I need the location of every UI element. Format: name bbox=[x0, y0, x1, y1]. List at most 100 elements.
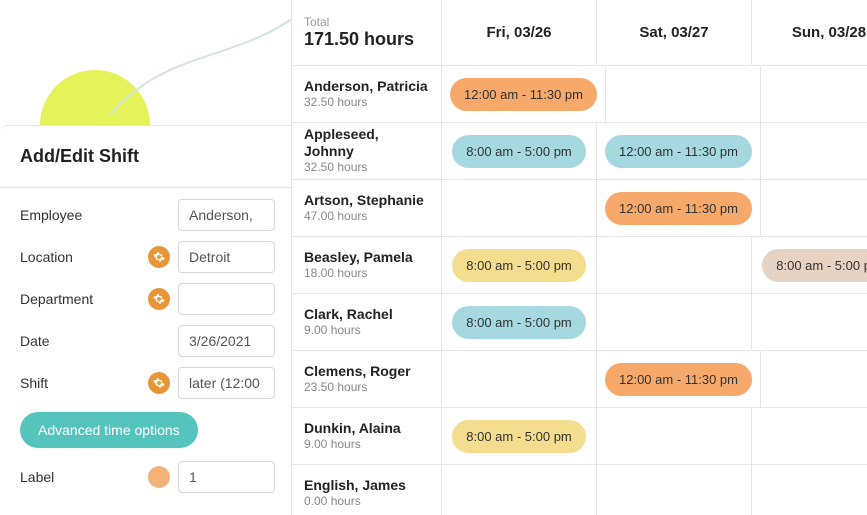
table-row: Beasley, Pamela18.00 hours 8:00 am - 5:00… bbox=[292, 237, 867, 294]
employee-cell[interactable]: Anderson, Patricia32.50 hours bbox=[292, 66, 442, 122]
employee-cell[interactable]: Beasley, Pamela18.00 hours bbox=[292, 237, 442, 293]
total-label: Total bbox=[304, 15, 429, 29]
day-cell[interactable] bbox=[761, 66, 867, 122]
table-row: English, James0.00 hours bbox=[292, 465, 867, 515]
table-row: Anderson, Patricia32.50 hours12:00 am - … bbox=[292, 66, 867, 123]
employee-cell[interactable]: Clark, Rachel9.00 hours bbox=[292, 294, 442, 350]
day-cell[interactable] bbox=[752, 408, 867, 464]
label-date: Date bbox=[20, 333, 140, 349]
shift-pill[interactable]: 12:00 am - 11:30 pm bbox=[605, 192, 752, 225]
schedule-header: Total 171.50 hours Fri, 03/26 Sat, 03/27… bbox=[292, 0, 867, 66]
employee-name: Artson, Stephanie bbox=[304, 192, 429, 209]
table-row: Clemens, Roger23.50 hours 12:00 am - 11:3… bbox=[292, 351, 867, 408]
row-shift: Shift bbox=[0, 362, 291, 404]
day-header-2[interactable]: Sun, 03/28 bbox=[752, 0, 867, 65]
gear-icon-svg bbox=[153, 251, 165, 263]
row-employee: Employee bbox=[0, 194, 291, 236]
day-cell[interactable] bbox=[761, 180, 867, 236]
day-cell[interactable]: 8:00 am - 5:00 pm bbox=[442, 294, 597, 350]
gear-icon[interactable] bbox=[148, 288, 170, 310]
employee-hours: 9.00 hours bbox=[304, 323, 429, 339]
day-cell[interactable]: 8:00 am - 5:00 pm bbox=[752, 237, 867, 293]
day-cell[interactable]: 8:00 am - 5:00 pm bbox=[442, 237, 597, 293]
label-department: Department bbox=[20, 291, 140, 307]
employee-hours: 18.00 hours bbox=[304, 266, 429, 282]
employee-hours: 23.50 hours bbox=[304, 380, 429, 396]
shift-pill[interactable]: 8:00 am - 5:00 pm bbox=[452, 420, 586, 453]
day-cell[interactable] bbox=[597, 294, 752, 350]
schedule-panel: Total 171.50 hours Fri, 03/26 Sat, 03/27… bbox=[291, 0, 867, 515]
day-cell[interactable] bbox=[597, 408, 752, 464]
day-cell[interactable]: 8:00 am - 5:00 pm bbox=[442, 408, 597, 464]
day-cell[interactable]: 8:00 am - 5:00 pm bbox=[442, 123, 597, 179]
day-cell[interactable]: 12:00 am - 11:30 pm bbox=[597, 351, 761, 407]
day-cell[interactable] bbox=[752, 294, 867, 350]
day-cell[interactable] bbox=[752, 465, 867, 515]
employee-name: Clark, Rachel bbox=[304, 306, 429, 323]
table-row: Dunkin, Alaina9.00 hours 8:00 am - 5:00 p… bbox=[292, 408, 867, 465]
employee-hours: 0.00 hours bbox=[304, 494, 429, 510]
day-cell[interactable] bbox=[442, 180, 597, 236]
row-location: Location bbox=[0, 236, 291, 278]
table-row: Appleseed, Johnny32.50 hours 8:00 am - 5:… bbox=[292, 123, 867, 180]
day-cell[interactable] bbox=[597, 465, 752, 515]
row-label: Label bbox=[0, 456, 291, 498]
employee-name: Clemens, Roger bbox=[304, 363, 429, 380]
employee-cell[interactable]: Dunkin, Alaina9.00 hours bbox=[292, 408, 442, 464]
table-row: Clark, Rachel9.00 hours 8:00 am - 5:00 pm bbox=[292, 294, 867, 351]
panel-title: Add/Edit Shift bbox=[0, 126, 291, 188]
employee-name: Dunkin, Alaina bbox=[304, 420, 429, 437]
gear-icon[interactable] bbox=[148, 372, 170, 394]
day-cell[interactable] bbox=[761, 351, 867, 407]
day-header-1[interactable]: Sat, 03/27 bbox=[597, 0, 752, 65]
day-cell[interactable] bbox=[606, 66, 761, 122]
day-cell[interactable]: 12:00 am - 11:30 pm bbox=[597, 180, 761, 236]
label-color-dot[interactable] bbox=[148, 466, 170, 488]
department-field[interactable] bbox=[178, 283, 275, 315]
spacer bbox=[148, 204, 170, 226]
day-cell[interactable]: 12:00 am - 11:30 pm bbox=[597, 123, 761, 179]
day-cell[interactable] bbox=[761, 123, 867, 179]
employee-hours: 47.00 hours bbox=[304, 209, 429, 225]
add-edit-shift-panel: Add/Edit Shift Employee Location Departm… bbox=[0, 125, 292, 515]
shift-pill[interactable]: 8:00 am - 5:00 pm bbox=[452, 135, 586, 168]
advanced-time-options-button[interactable]: Advanced time options bbox=[20, 412, 198, 448]
gear-icon-svg bbox=[153, 293, 165, 305]
schedule-body: Anderson, Patricia32.50 hours12:00 am - … bbox=[292, 66, 867, 515]
label-location: Location bbox=[20, 249, 140, 265]
employee-hours: 32.50 hours bbox=[304, 160, 429, 176]
shift-field[interactable] bbox=[178, 367, 275, 399]
label-field[interactable] bbox=[178, 461, 275, 493]
day-cell[interactable]: 12:00 am - 11:30 pm bbox=[442, 66, 606, 122]
decor-line bbox=[110, 5, 310, 125]
shift-pill[interactable]: 8:00 am - 5:00 pm bbox=[452, 249, 586, 282]
shift-pill[interactable]: 8:00 am - 5:00 pm bbox=[452, 306, 586, 339]
location-field[interactable] bbox=[178, 241, 275, 273]
employee-cell[interactable]: Clemens, Roger23.50 hours bbox=[292, 351, 442, 407]
employee-cell[interactable]: Artson, Stephanie47.00 hours bbox=[292, 180, 442, 236]
employee-cell[interactable]: English, James0.00 hours bbox=[292, 465, 442, 515]
day-cell[interactable] bbox=[597, 237, 752, 293]
label-shift: Shift bbox=[20, 375, 140, 391]
gear-icon[interactable] bbox=[148, 246, 170, 268]
employee-name: Appleseed, Johnny bbox=[304, 126, 429, 160]
employee-field[interactable] bbox=[178, 199, 275, 231]
total-value: 171.50 hours bbox=[304, 29, 429, 50]
employee-name: English, James bbox=[304, 477, 429, 494]
employee-name: Beasley, Pamela bbox=[304, 249, 429, 266]
gear-icon-svg bbox=[153, 377, 165, 389]
total-hours-cell: Total 171.50 hours bbox=[292, 0, 442, 65]
spacer bbox=[148, 330, 170, 352]
shift-pill[interactable]: 12:00 am - 11:30 pm bbox=[605, 363, 752, 396]
shift-pill[interactable]: 12:00 am - 11:30 pm bbox=[450, 78, 597, 111]
day-header-0[interactable]: Fri, 03/26 bbox=[442, 0, 597, 65]
date-field[interactable] bbox=[178, 325, 275, 357]
label-label: Label bbox=[20, 469, 140, 485]
shift-pill[interactable]: 12:00 am - 11:30 pm bbox=[605, 135, 752, 168]
shift-pill[interactable]: 8:00 am - 5:00 pm bbox=[762, 249, 867, 282]
row-department: Department bbox=[0, 278, 291, 320]
employee-cell[interactable]: Appleseed, Johnny32.50 hours bbox=[292, 123, 442, 179]
day-cell[interactable] bbox=[442, 351, 597, 407]
row-date: Date bbox=[0, 320, 291, 362]
day-cell[interactable] bbox=[442, 465, 597, 515]
